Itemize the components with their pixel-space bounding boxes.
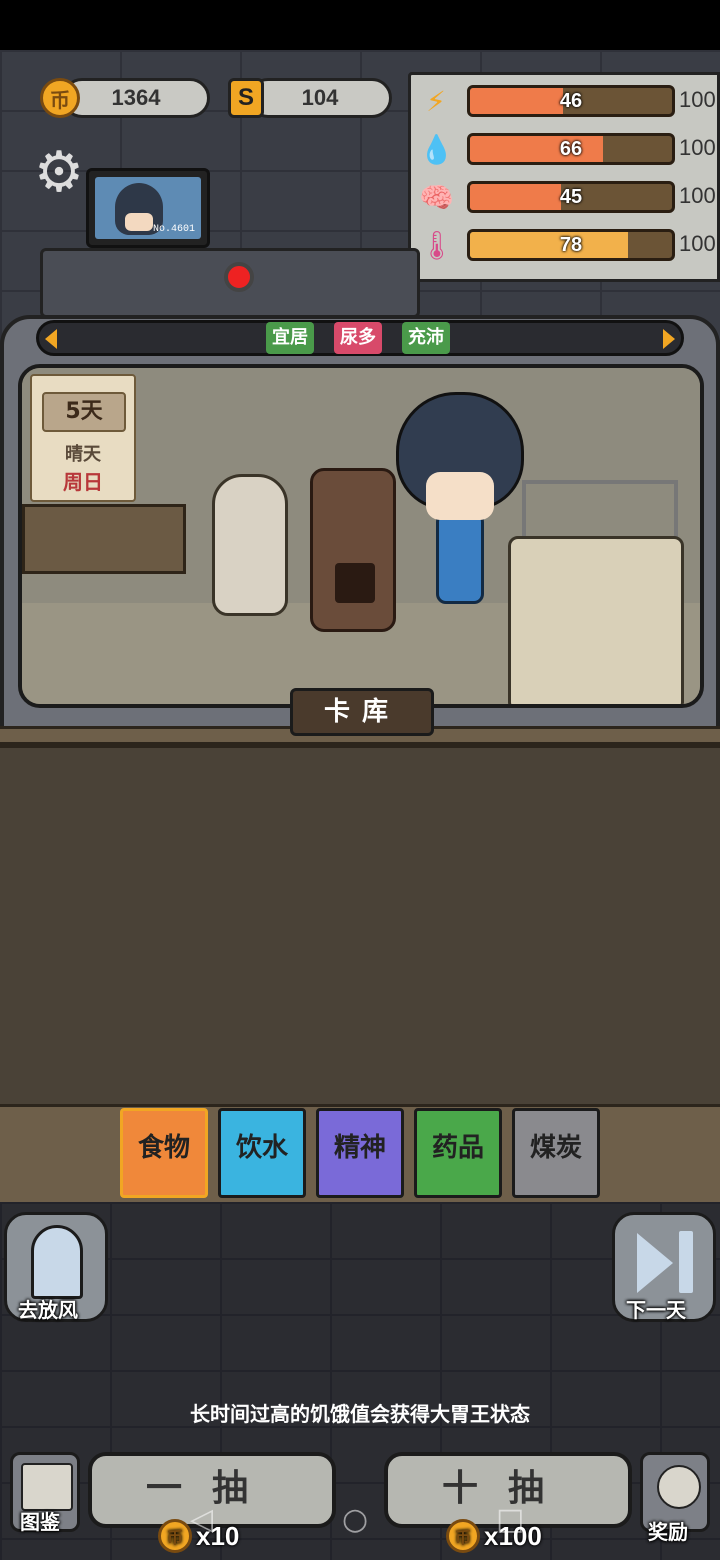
category-water[interactable]: 饮水: [218, 1108, 306, 1198]
energy-value: 46: [559, 90, 583, 112]
door-icon: [31, 1225, 83, 1299]
coal-stove[interactable]: [310, 468, 396, 632]
card-board: [0, 742, 720, 1118]
category-coal[interactable]: 煤炭: [512, 1108, 600, 1198]
gear-icon[interactable]: ⚙: [28, 142, 90, 204]
status-bar-area: [0, 0, 720, 50]
stat-row-energy: ⚡ 46 100: [419, 81, 719, 121]
calendar-weather: 晴天: [65, 444, 101, 465]
ten-draw-cost: 币 x100: [446, 1516, 542, 1556]
coin-value: 1364: [111, 85, 161, 110]
bed[interactable]: [508, 536, 684, 704]
water-value: 66: [559, 138, 583, 160]
nav-home-icon[interactable]: ○: [342, 1502, 368, 1537]
catalog-label: 图鉴: [20, 1510, 60, 1534]
player-character[interactable]: [390, 392, 530, 608]
temperature-bar: 78: [467, 229, 675, 261]
go-out-label: 去放风: [18, 1298, 78, 1322]
s-currency-counter: 104: [248, 78, 392, 118]
character-body: [436, 512, 484, 604]
s-currency-value: 104: [301, 85, 339, 110]
chevron-right-icon[interactable]: [663, 329, 675, 349]
book-icon: [21, 1463, 73, 1511]
chevron-left-icon[interactable]: [45, 329, 57, 349]
tag-energetic[interactable]: 充沛: [402, 322, 450, 354]
wooden-table: [22, 504, 186, 574]
skip-bar-icon: [679, 1231, 693, 1293]
water-drop-icon: 💧: [419, 133, 454, 166]
water-max: 100: [679, 135, 716, 160]
mouse-icon: [657, 1465, 701, 1509]
temperature-max: 100: [679, 231, 716, 256]
portrait-face: [125, 213, 153, 231]
character-face: [426, 472, 494, 520]
skip-forward-icon: [637, 1233, 673, 1293]
room-scene: 5天 晴天 周日: [18, 364, 704, 708]
brain-icon: 🧠: [419, 181, 454, 214]
category-spirit[interactable]: 精神: [316, 1108, 404, 1198]
tag-frequent-urination[interactable]: 尿多: [334, 322, 382, 354]
lightning-icon: ⚡: [426, 85, 446, 118]
stat-row-temperature: 🌡 78 100: [419, 225, 719, 265]
s-currency-icon: S: [228, 78, 264, 118]
stat-row-water: 💧 66 100: [419, 129, 719, 169]
coin-icon: 币: [446, 1519, 480, 1553]
next-day-label: 下一天: [626, 1298, 686, 1322]
monitor-screen: No.4601: [95, 177, 201, 239]
calendar-day: 5天: [42, 392, 126, 432]
coin-icon: 币: [158, 1519, 192, 1553]
water-bar: 66: [467, 133, 675, 165]
stove-fire: [335, 563, 375, 603]
temperature-value: 78: [559, 234, 583, 256]
coin-icon: 币: [40, 78, 80, 118]
card-library-tab[interactable]: 卡库: [290, 688, 434, 736]
nav-recents-icon[interactable]: □: [496, 1502, 524, 1537]
spirit-max: 100: [679, 183, 716, 208]
thermometer-icon: 🌡: [419, 229, 455, 262]
calendar[interactable]: 5天 晴天 周日: [30, 374, 136, 502]
tag-livable[interactable]: 宜居: [266, 322, 314, 354]
stats-panel: ⚡ 46 100 💧 66 100 🧠 45 100 🌡 78 100: [408, 72, 720, 282]
alarm-light-icon: [224, 262, 254, 292]
reward-label: 奖励: [648, 1520, 688, 1544]
toilet[interactable]: [212, 474, 288, 616]
energy-max: 100: [679, 87, 716, 112]
stat-row-spirit: 🧠 45 100: [419, 177, 719, 217]
hint-text: 长时间过高的饥饿值会获得大胃王状态: [190, 1402, 530, 1426]
character-monitor[interactable]: No.4601: [86, 168, 210, 248]
nav-back-icon[interactable]: ◁: [190, 1502, 213, 1537]
prisoner-number: No.4601: [152, 224, 195, 235]
category-food[interactable]: 食物: [120, 1108, 208, 1198]
category-medicine[interactable]: 药品: [414, 1108, 502, 1198]
spirit-value: 45: [559, 186, 583, 208]
energy-bar: 46: [467, 85, 675, 117]
spirit-bar: 45: [467, 181, 675, 213]
calendar-weekday: 周日: [63, 470, 103, 494]
coin-counter: 1364: [62, 78, 210, 118]
